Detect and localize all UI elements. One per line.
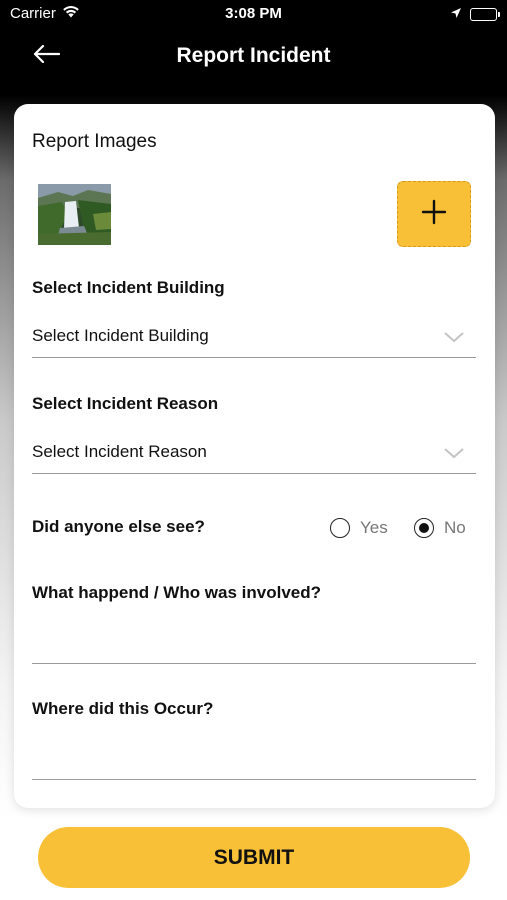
witness-option-yes-label: Yes [360, 518, 388, 537]
reason-select-value: Select Incident Reason [32, 442, 207, 461]
witness-option-yes[interactable]: Yes [330, 516, 388, 540]
building-label: Select Incident Building [32, 278, 225, 297]
building-select[interactable]: Select Incident Building [32, 316, 476, 358]
reason-label: Select Incident Reason [32, 394, 219, 413]
witness-option-no[interactable]: No [414, 516, 466, 540]
report-images-title: Report Images [32, 131, 157, 152]
what-happened-input[interactable] [32, 624, 476, 664]
status-right [450, 6, 500, 23]
location-arrow-icon [450, 6, 462, 23]
chevron-down-icon [444, 446, 464, 464]
building-select-value: Select Incident Building [32, 326, 209, 345]
reason-select[interactable]: Select Incident Reason [32, 432, 476, 474]
witness-option-no-label: No [444, 518, 466, 537]
chevron-down-icon [444, 330, 464, 348]
submit-button[interactable]: SUBMIT [38, 827, 470, 888]
add-image-button[interactable] [397, 181, 471, 247]
radio-checked-icon [414, 518, 434, 538]
nav-bar: Report Incident [0, 28, 507, 88]
report-image-thumbnail[interactable] [38, 184, 111, 245]
what-happened-label: What happend / Who was involved? [32, 583, 322, 602]
location-input[interactable] [32, 740, 476, 780]
witness-label: Did anyone else see? [32, 517, 205, 536]
plus-icon [420, 198, 448, 231]
status-bar: Carrier 3:08 PM [0, 0, 507, 28]
page-title: Report Incident [176, 44, 331, 67]
location-label: Where did this Occur? [32, 699, 214, 718]
battery-icon [470, 8, 500, 21]
status-time: 3:08 PM [225, 5, 282, 22]
radio-unchecked-icon [330, 518, 350, 538]
report-form-card: Report Images Select Incident Building S… [14, 104, 495, 808]
